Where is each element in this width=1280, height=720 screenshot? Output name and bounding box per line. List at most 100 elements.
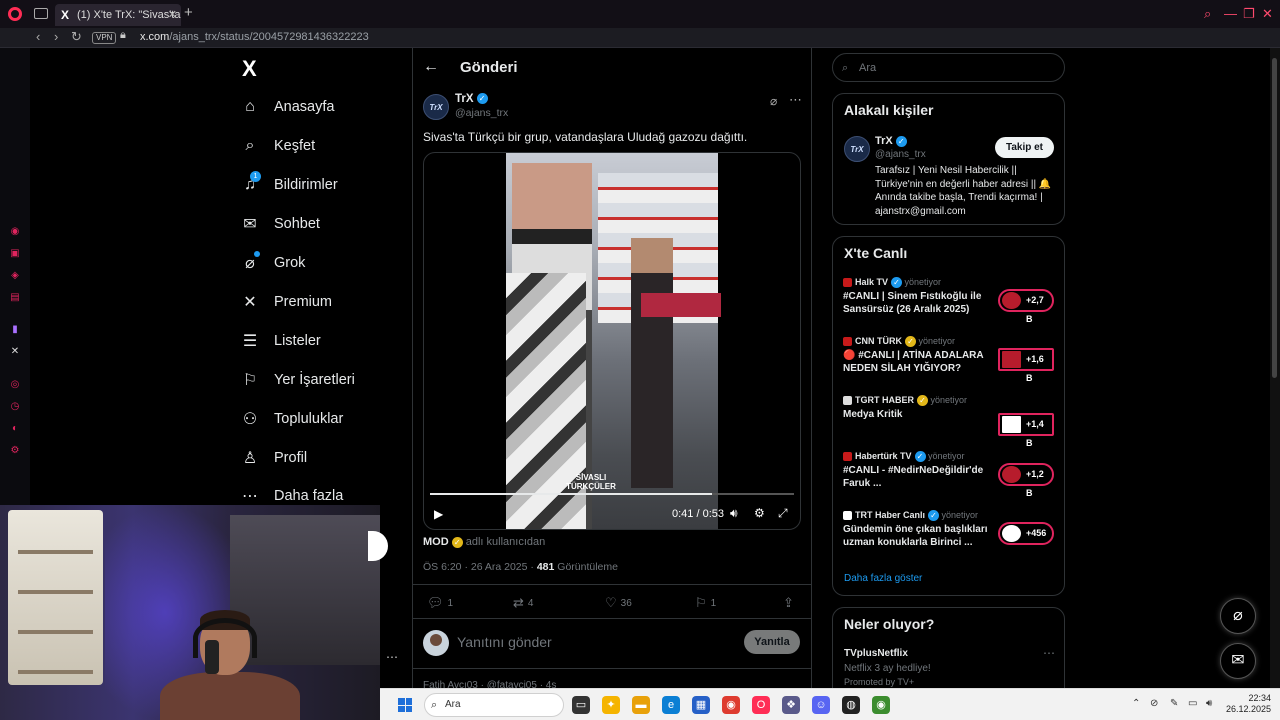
maximize-icon[interactable]: ❐ — [1243, 6, 1255, 22]
nav-item-lists[interactable]: ☰ Listeler — [240, 326, 321, 356]
opera-icon[interactable]: O — [752, 696, 770, 714]
live-listener-badge[interactable]: +1,2 B — [998, 463, 1054, 498]
chrome-alt-icon[interactable]: ◉ — [872, 696, 890, 714]
trend-topic[interactable]: TVplusNetflix — [844, 648, 908, 659]
author-handle[interactable]: @ajans_trx — [455, 107, 508, 119]
minimize-icon[interactable]: — — [1224, 6, 1237, 21]
messenger-icon[interactable]: ◈ — [9, 270, 21, 282]
tray-volume-icon[interactable]: 🔊︎ — [1206, 698, 1212, 709]
new-tab-button[interactable]: + — [184, 4, 193, 21]
nav-item-communities[interactable]: ⚇ Topluluklar — [240, 404, 344, 434]
file-explorer-icon[interactable]: ▬ — [632, 696, 650, 714]
opera-logo-icon[interactable] — [8, 7, 22, 21]
chrome-icon[interactable]: ◉ — [722, 696, 740, 714]
workspace-icon[interactable] — [34, 8, 48, 19]
nav-item-messages[interactable]: ✉ Sohbet — [240, 209, 320, 239]
bookmark-button[interactable]: ⚐ 1 — [695, 595, 716, 611]
history-icon[interactable]: ◷ — [9, 401, 21, 413]
show-more-link[interactable]: Daha fazla göster — [844, 573, 922, 584]
share-button[interactable]: ⇪ — [783, 595, 794, 611]
follow-button[interactable]: Takip et — [995, 137, 1054, 158]
nav-item-profile[interactable]: ♙ Profil — [240, 443, 307, 473]
nav-item-home[interactable]: ⌂ Anasayfa — [240, 92, 334, 122]
url-field[interactable]: x.com/ajans_trx/status/20045729814363222… — [140, 31, 369, 43]
scrollbar-thumb[interactable] — [1272, 58, 1277, 378]
music-icon[interactable]: ▤ — [9, 292, 21, 304]
avatar[interactable]: TrX — [844, 136, 870, 162]
volume-icon[interactable]: 🔊︎ — [730, 506, 738, 521]
settings-icon[interactable]: ⚙ — [9, 445, 21, 457]
grok-explain-icon[interactable]: ⌀ — [770, 94, 777, 108]
copilot-icon[interactable]: ✦ — [602, 696, 620, 714]
taskbar-clock[interactable]: 22:34 26.12.2025 — [1226, 693, 1271, 715]
repost-button[interactable]: ⇄ 4 — [513, 595, 533, 611]
tab-close-icon[interactable]: ✕ — [168, 4, 177, 26]
vpn-badge[interactable]: VPN — [92, 32, 117, 44]
search-input[interactable]: ⌕ Ara — [832, 53, 1065, 82]
reply-submit-button[interactable]: Yanıtla — [744, 630, 800, 654]
live-listener-badge[interactable]: +456 — [998, 522, 1054, 545]
live-listener-badge[interactable]: +2,7 B — [998, 289, 1054, 324]
player-icon[interactable]: ◎ — [9, 379, 21, 391]
x-sidebar-icon[interactable]: ✕ — [9, 346, 21, 358]
pinboard-icon[interactable]: ◐ — [9, 423, 21, 435]
live-item[interactable]: CNN TÜRK ✓ yönetiyor 🔴 #CANLI | ATİNA ADA… — [843, 336, 1058, 383]
more-options-icon[interactable]: ⋯ — [789, 92, 802, 108]
nav-item-explore[interactable]: ⌕ Keşfet — [240, 131, 316, 161]
video-player[interactable]: SİVASLI TÜRKÇÜLER ▶ 0:41 / 0:53 🔊︎ ⚙ ⤢ — [423, 152, 801, 530]
tray-display-icon[interactable]: ▭ — [1188, 698, 1197, 709]
my-avatar[interactable] — [423, 630, 449, 656]
video-settings-icon[interactable]: ⚙ — [754, 506, 765, 520]
fullscreen-icon[interactable]: ⤢ — [778, 506, 788, 521]
more-options-icon[interactable]: ⋯ — [1043, 646, 1055, 660]
video-frame[interactable]: SİVASLI TÜRKÇÜLER — [506, 153, 721, 529]
live-item[interactable]: TRT Haber Canlı ✓ yönetiyor Gündemin öne … — [843, 510, 1058, 548]
live-item[interactable]: TGRT HABER ✓ yönetiyor Medya Kritik +1,4 … — [843, 395, 1058, 448]
nav-item-notifications[interactable]: ♫ 1 Bildirimler — [240, 170, 338, 200]
grok-fab-icon[interactable]: ⌀ — [1220, 598, 1256, 634]
reload-icon[interactable]: ↻ — [71, 29, 82, 45]
aria-icon[interactable]: ◉ — [9, 226, 21, 238]
windows-start-icon[interactable] — [398, 698, 412, 712]
store-icon[interactable]: ▦ — [692, 696, 710, 714]
browser-tab[interactable]: X (1) X'te TrX: "Sivas'ta Türkç ✕ — [55, 4, 181, 26]
app-icon[interactable]: ❖ — [782, 696, 800, 714]
live-listener-badge[interactable]: +1,6 B — [998, 348, 1054, 383]
twitch-icon[interactable]: ▮ — [9, 324, 21, 336]
steam-icon[interactable]: ◍ — [842, 696, 860, 714]
reply-input[interactable]: Yanıtını gönder — [457, 634, 552, 650]
back-arrow-icon[interactable]: ← — [423, 58, 439, 76]
messages-fab-icon[interactable]: ✉ — [1220, 643, 1256, 679]
taskbar-search[interactable]: ⌕ Ara — [424, 693, 564, 717]
search-tabs-icon[interactable]: ⌕ — [1204, 6, 1211, 22]
video-source[interactable]: MOD ✓ adlı kullanıcıdan — [423, 536, 545, 548]
tray-arrow-icon[interactable]: ⌃ — [1132, 698, 1140, 709]
play-icon[interactable]: ▶ — [434, 507, 443, 521]
nav-item-premium[interactable]: ✕ Premium — [240, 287, 332, 317]
tray-pen-icon[interactable]: ✎ — [1170, 698, 1178, 709]
x-logo-icon[interactable]: X — [242, 56, 257, 82]
task-view-icon[interactable]: ▭ — [572, 696, 590, 714]
back-nav-icon[interactable]: ‹ — [36, 29, 40, 44]
live-item[interactable]: Habertürk TV ✓ yönetiyor #CANLI - #NedirN… — [843, 451, 1058, 498]
like-button[interactable]: ♡ 36 — [605, 595, 632, 611]
avatar[interactable]: TrX — [423, 94, 449, 120]
crypto-wallet-icon[interactable]: ▣ — [9, 248, 21, 260]
nav-item-grok[interactable]: ⌀ Grok — [240, 248, 305, 278]
forward-nav-icon[interactable]: › — [54, 29, 58, 44]
edge-icon[interactable]: e — [662, 696, 680, 714]
nav-item-bookmarks[interactable]: ⚐ Yer İşaretleri — [240, 365, 355, 395]
related-name[interactable]: TrX ✓ — [875, 135, 907, 147]
live-listener-badge[interactable]: +1,4 B — [998, 413, 1054, 448]
reply-button[interactable]: 💬︎ 1 — [427, 595, 453, 611]
discord-icon[interactable]: ☺ — [812, 696, 830, 714]
timestamp[interactable]: ÖS 6:20 · 26 Ara 2025 · — [423, 561, 537, 573]
page-scrollbar[interactable] — [1270, 48, 1280, 688]
overlay-toggle[interactable] — [368, 531, 388, 561]
video-progress-bar[interactable] — [430, 493, 794, 495]
tray-network-off-icon[interactable]: ⊘ — [1150, 698, 1158, 709]
more-options-icon[interactable]: ⋯ — [386, 650, 398, 664]
author-name[interactable]: TrX ✓ — [455, 93, 488, 105]
close-window-icon[interactable]: ✕ — [1262, 6, 1273, 22]
lock-icon[interactable]: 🔒︎ — [120, 29, 126, 42]
